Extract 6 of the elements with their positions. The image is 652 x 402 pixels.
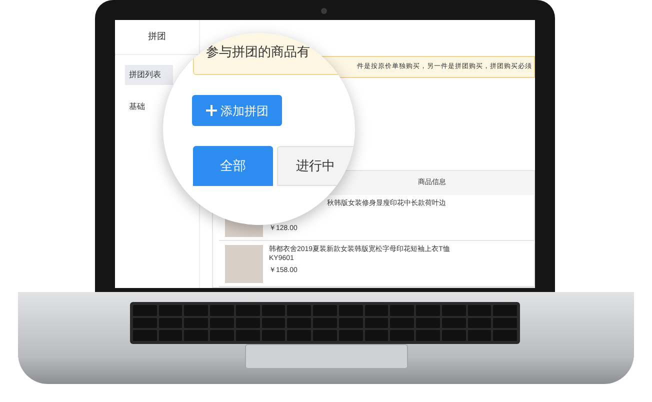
- tab[interactable]: 进行中: [277, 146, 355, 186]
- camera-icon: [321, 8, 327, 14]
- photo-placeholder: [225, 245, 263, 283]
- sidebar-item[interactable]: 拼团列表: [125, 65, 173, 85]
- sidebar-item[interactable]: 基础: [125, 97, 147, 117]
- plus-icon: [206, 105, 216, 116]
